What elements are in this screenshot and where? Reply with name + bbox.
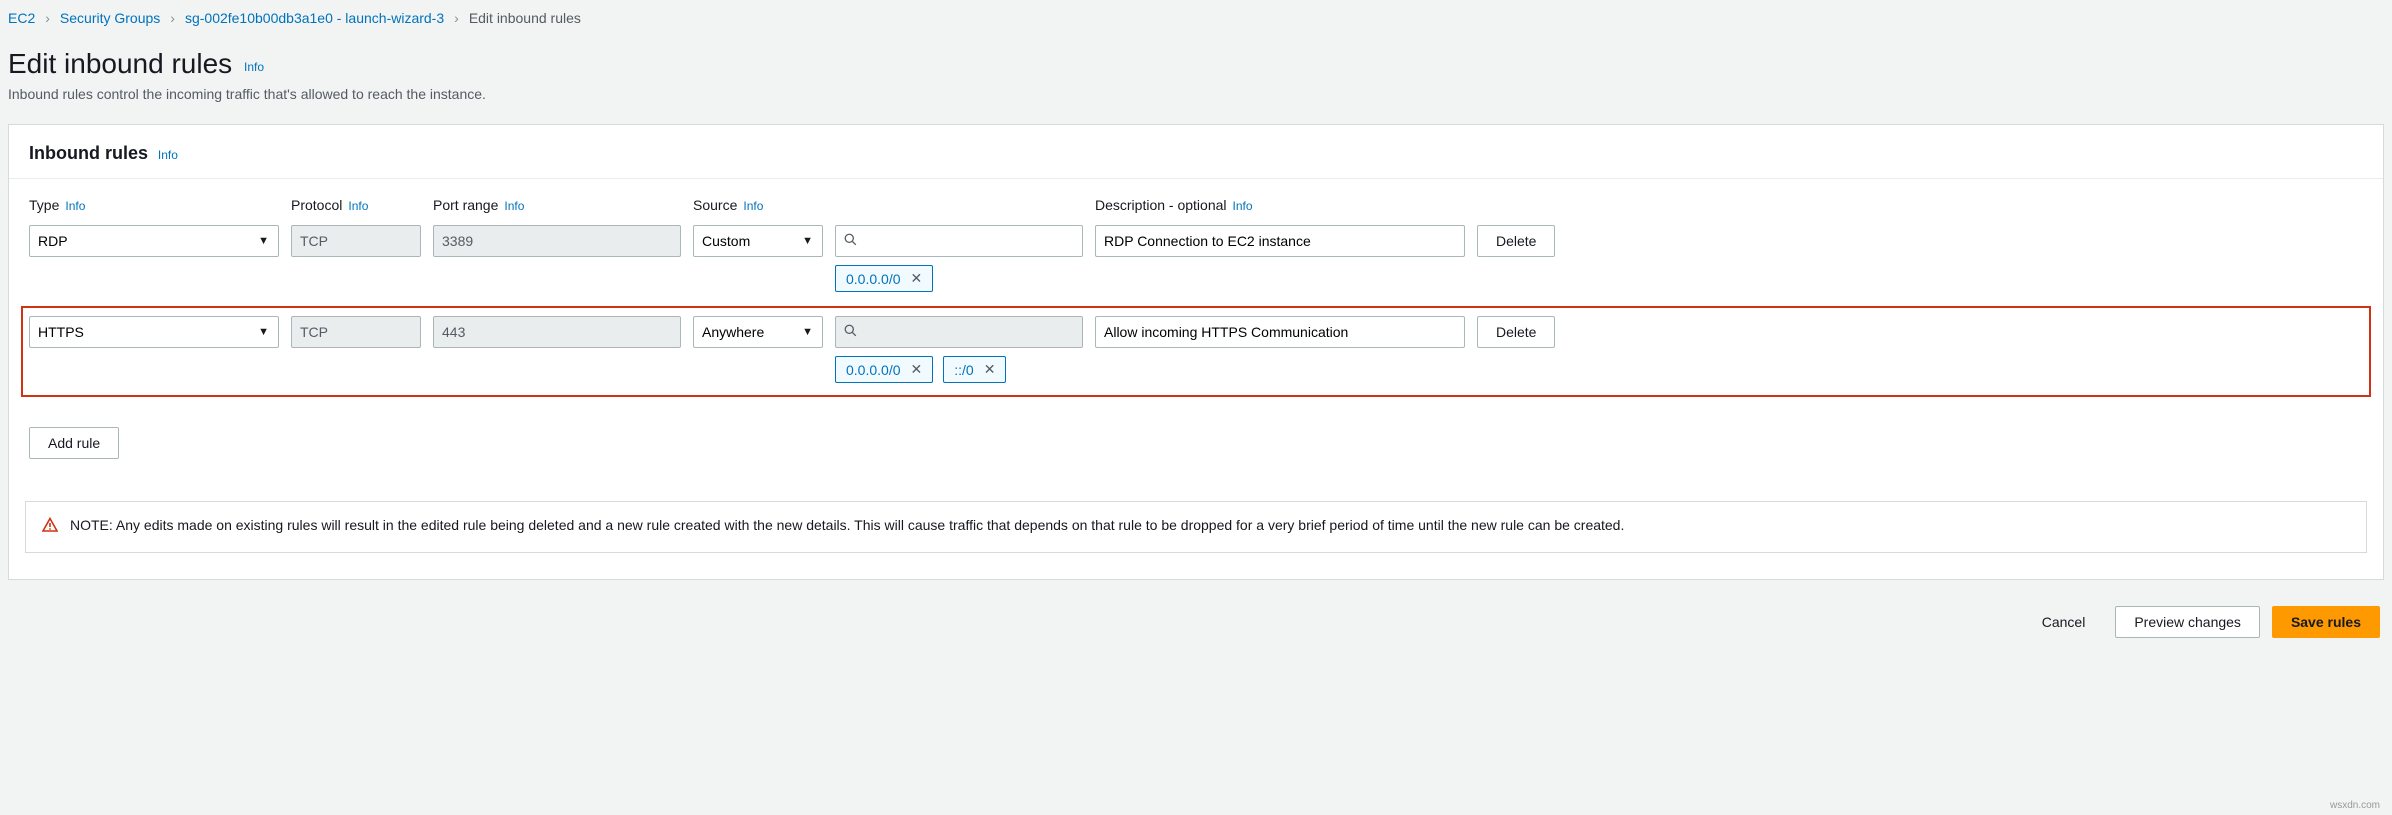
rule-port-range-input — [433, 225, 681, 257]
note-text: NOTE: Any edits made on existing rules w… — [70, 516, 1624, 536]
footer-actions: Cancel Preview changes Save rules — [8, 606, 2384, 638]
rule-row: HTTPS▼Anywhere▼0.0.0.0/0✕::/0✕Delete — [21, 306, 2371, 397]
rule-row: RDP▼Custom▼0.0.0.0/0✕Delete — [29, 221, 2363, 296]
chip-remove-icon[interactable]: ✕ — [984, 361, 996, 378]
panel-heading: Inbound rules — [29, 143, 148, 164]
rule-source-mode-select[interactable]: Custom — [693, 225, 823, 257]
breadcrumb-link-security-groups[interactable]: Security Groups — [60, 10, 160, 26]
col-header-description: Description - optionalInfo — [1095, 197, 1465, 213]
panel-heading-info-link[interactable]: Info — [158, 148, 178, 162]
col-header-port-range: Port rangeInfo — [433, 197, 681, 213]
page-title-info-link[interactable]: Info — [244, 60, 264, 74]
inbound-rules-panel: Inbound rules Info TypeInfo ProtocolInfo… — [8, 124, 2384, 580]
chip-label: 0.0.0.0/0 — [846, 362, 901, 378]
chip-remove-icon[interactable]: ✕ — [911, 270, 923, 287]
page-subtitle: Inbound rules control the incoming traff… — [8, 86, 2384, 102]
search-icon — [844, 324, 857, 340]
source-cidr-chip: 0.0.0.0/0 ✕ — [835, 265, 933, 292]
breadcrumb: EC2 › Security Groups › sg-002fe10b00db3… — [8, 0, 2384, 34]
watermark: wsxdn.com — [2330, 800, 2380, 811]
rule-source-mode-select[interactable]: Anywhere — [693, 316, 823, 348]
rule-protocol-input — [291, 225, 421, 257]
page-title: Edit inbound rules — [8, 48, 232, 80]
rule-source-search[interactable] — [835, 225, 1083, 257]
rule-port-range-input — [433, 316, 681, 348]
source-cidr-chip: 0.0.0.0/0 ✕ — [835, 356, 933, 383]
chevron-right-icon: › — [454, 10, 459, 26]
chevron-right-icon: › — [170, 10, 175, 26]
column-headers: TypeInfo ProtocolInfo Port rangeInfo Sou… — [29, 197, 2363, 213]
info-link-type[interactable]: Info — [65, 199, 85, 213]
rule-type-select[interactable]: RDP — [29, 225, 279, 257]
breadcrumb-link-ec2[interactable]: EC2 — [8, 10, 35, 26]
info-link-port-range[interactable]: Info — [504, 199, 524, 213]
rule-description-input[interactable] — [1095, 225, 1465, 257]
warning-icon — [42, 517, 58, 538]
save-rules-button[interactable]: Save rules — [2272, 606, 2380, 638]
note-box: NOTE: Any edits made on existing rules w… — [25, 501, 2367, 553]
col-header-source: SourceInfo — [693, 197, 823, 213]
breadcrumb-link-sg[interactable]: sg-002fe10b00db3a1e0 - launch-wizard-3 — [185, 10, 444, 26]
delete-rule-button[interactable]: Delete — [1477, 316, 1555, 348]
rule-description-input[interactable] — [1095, 316, 1465, 348]
rule-type-select[interactable]: HTTPS — [29, 316, 279, 348]
breadcrumb-current: Edit inbound rules — [469, 10, 581, 26]
info-link-description[interactable]: Info — [1233, 199, 1253, 213]
chip-label: 0.0.0.0/0 — [846, 271, 901, 287]
col-header-type: TypeInfo — [29, 197, 279, 213]
chevron-right-icon: › — [45, 10, 50, 26]
chip-remove-icon[interactable]: ✕ — [911, 361, 923, 378]
add-rule-button[interactable]: Add rule — [29, 427, 119, 459]
info-link-source[interactable]: Info — [743, 199, 763, 213]
search-icon — [844, 233, 857, 249]
rule-protocol-input — [291, 316, 421, 348]
col-header-protocol: ProtocolInfo — [291, 197, 421, 213]
source-cidr-chip: ::/0 ✕ — [943, 356, 1006, 383]
cancel-button[interactable]: Cancel — [2024, 606, 2104, 638]
rule-source-search — [835, 316, 1083, 348]
info-link-protocol[interactable]: Info — [348, 199, 368, 213]
preview-changes-button[interactable]: Preview changes — [2115, 606, 2260, 638]
delete-rule-button[interactable]: Delete — [1477, 225, 1555, 257]
chip-label: ::/0 — [954, 362, 973, 378]
